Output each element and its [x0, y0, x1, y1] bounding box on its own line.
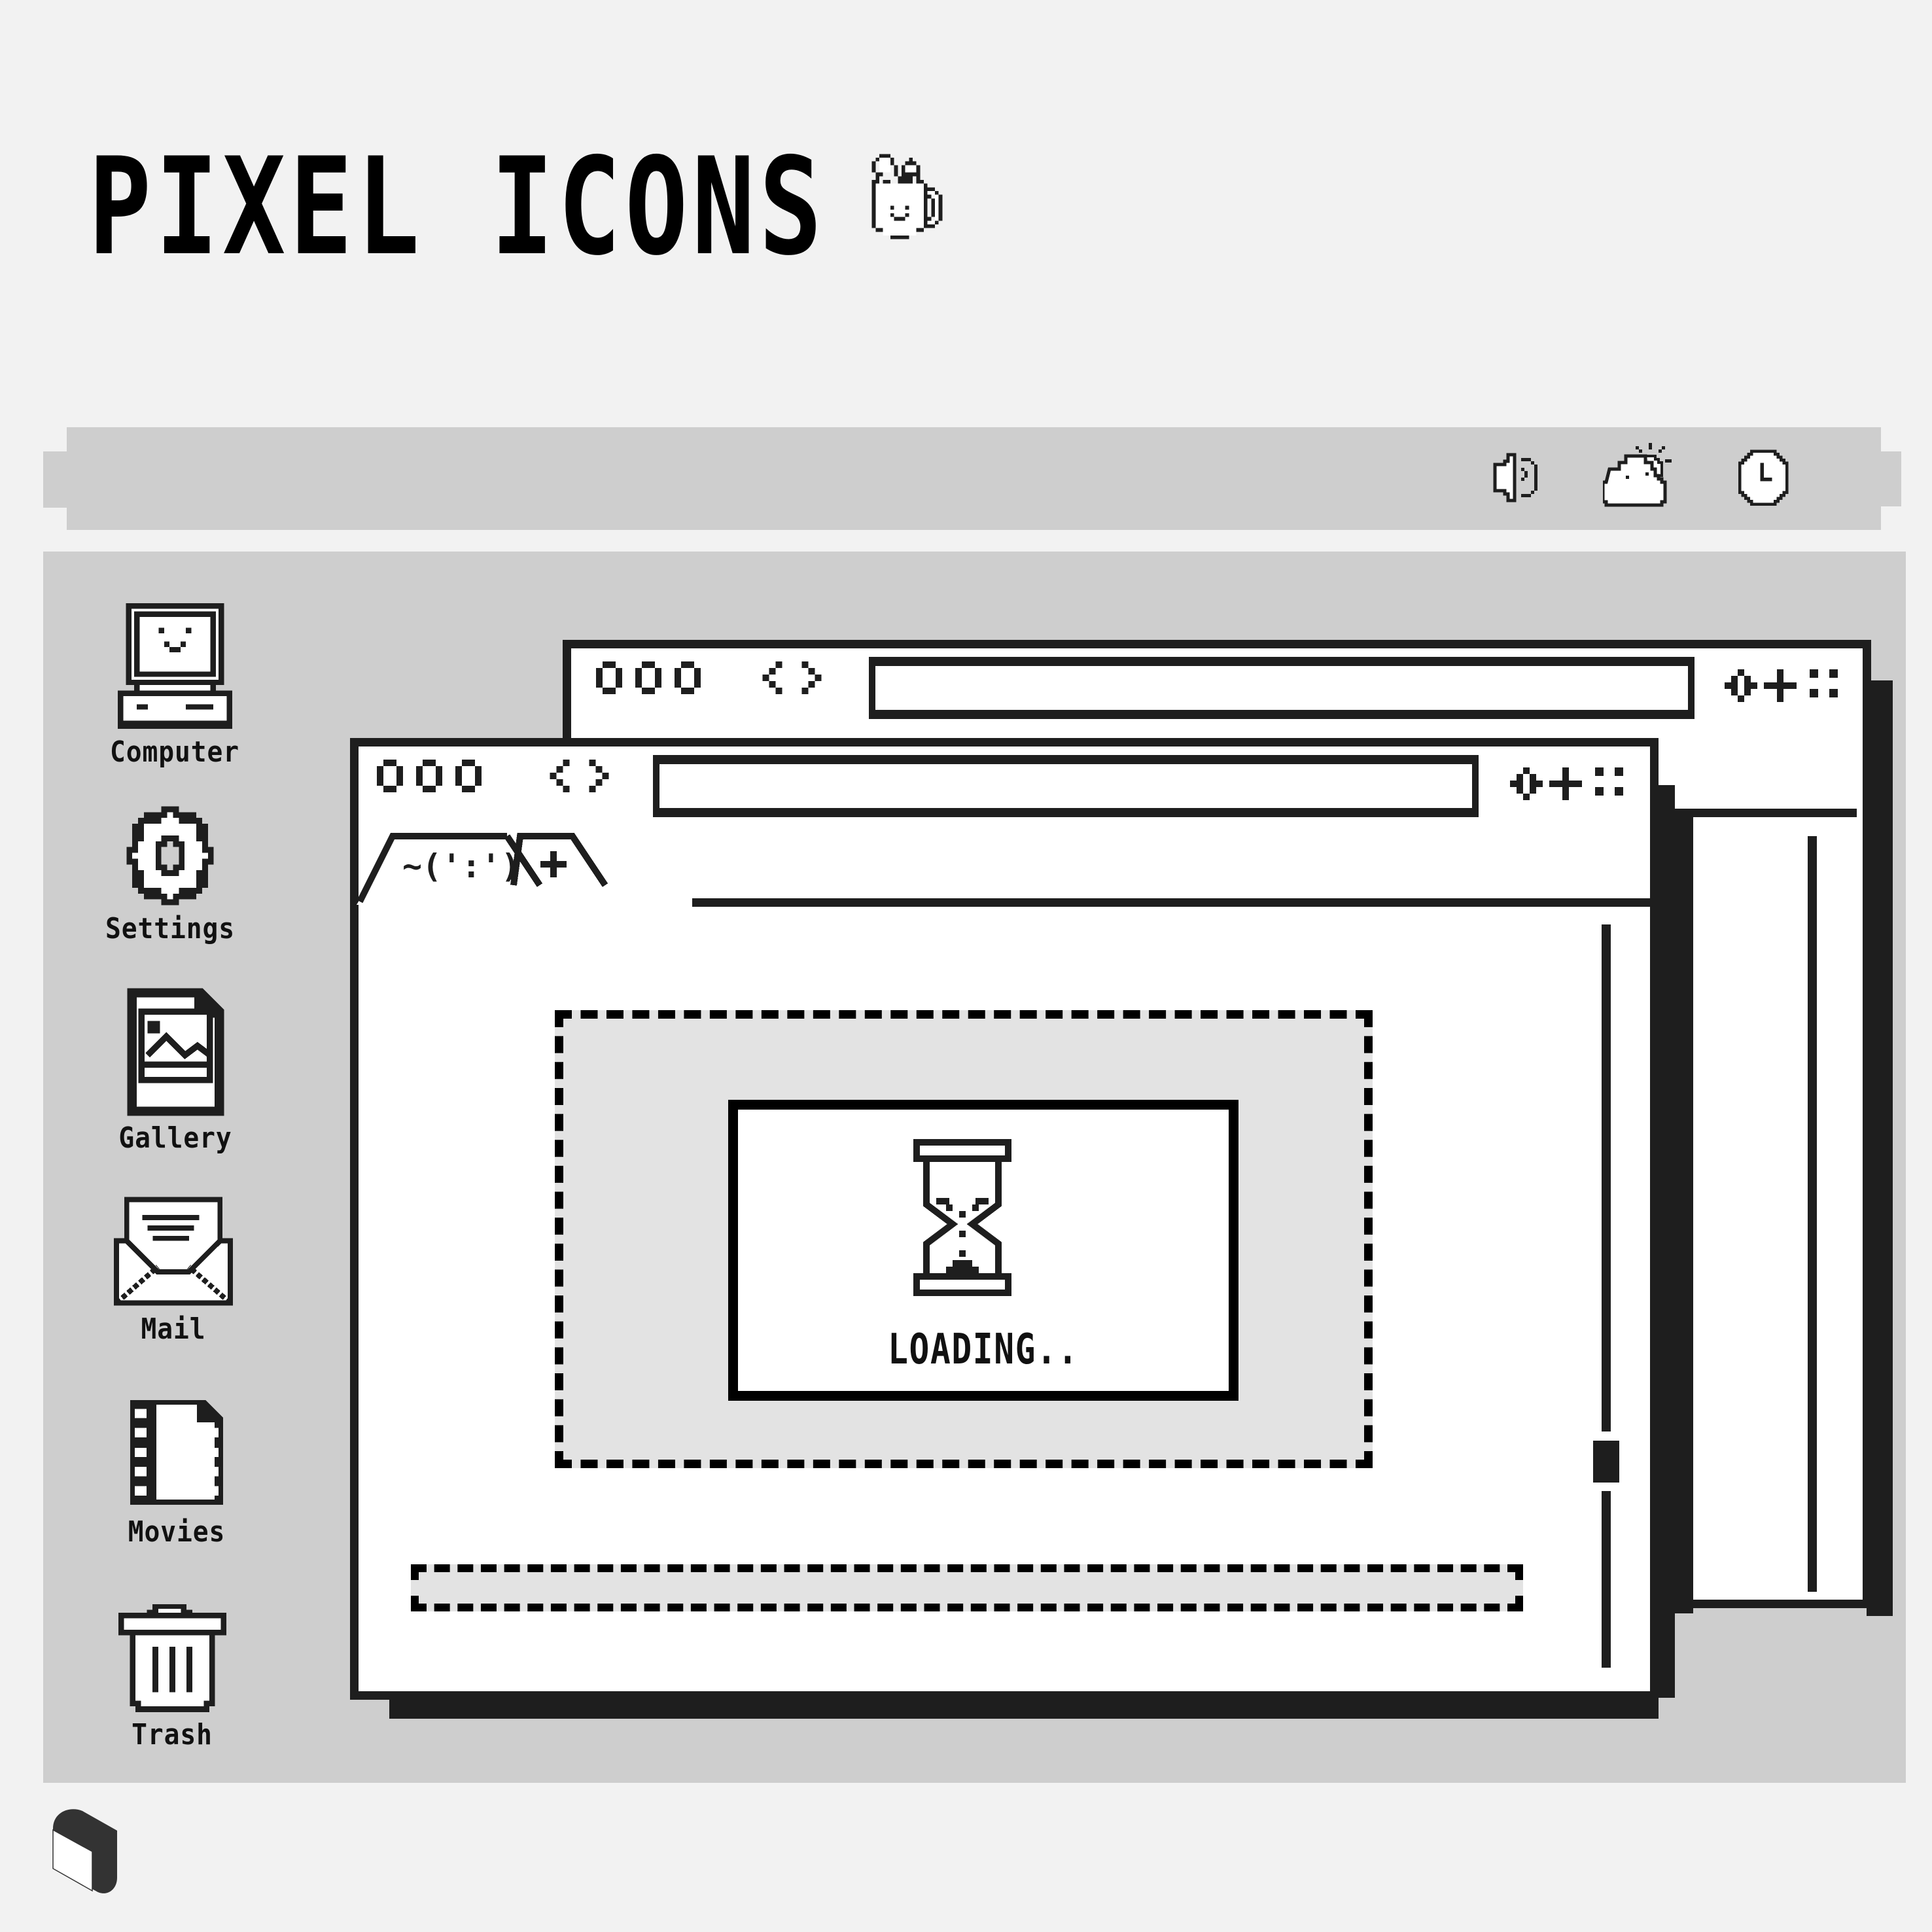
desktop-item-label: Computer — [110, 735, 239, 769]
desktop-item-computer[interactable]: Computer — [96, 601, 253, 769]
scrollbar-track[interactable] — [1602, 1491, 1611, 1668]
trash-icon — [118, 1604, 226, 1712]
maximize-button — [675, 661, 701, 694]
window-controls[interactable] — [1725, 669, 1842, 702]
content-placeholder: LOADING.. — [555, 1010, 1373, 1468]
desktop-item-trash[interactable]: Trash — [94, 1596, 251, 1751]
desktop-item-label: Mail — [141, 1312, 206, 1346]
nav-arrows[interactable] — [761, 661, 843, 707]
desktop-item-label: Movies — [128, 1515, 226, 1549]
plus-icon — [540, 851, 567, 877]
address-bar[interactable] — [653, 755, 1479, 817]
gear-icon — [126, 806, 214, 905]
address-bar[interactable] — [869, 657, 1695, 719]
desktop-item-label: Gallery — [118, 1121, 232, 1155]
nav-arrows[interactable] — [548, 760, 630, 805]
back-arrow-icon — [762, 661, 782, 694]
page-title: PIXEL ICONS — [88, 130, 826, 285]
computer-icon — [117, 603, 232, 729]
image-file-icon — [127, 988, 224, 1116]
envelope-icon — [113, 1197, 234, 1306]
loading-text: LOADING.. — [888, 1326, 1079, 1374]
window-buttons[interactable] — [377, 760, 501, 799]
desktop-item-gallery[interactable]: Gallery — [97, 987, 254, 1155]
hourglass-icon — [913, 1139, 1011, 1296]
close-button — [596, 661, 622, 694]
close-button — [377, 760, 403, 792]
film-file-icon — [130, 1400, 224, 1505]
window-divider — [1667, 809, 1857, 817]
back-arrow-icon — [550, 760, 570, 792]
scrollbar-track[interactable] — [1602, 924, 1611, 1431]
brand-logo-icon — [52, 1809, 117, 1893]
coffee-mug-icon — [871, 154, 943, 239]
loading-dialog: LOADING.. — [728, 1100, 1238, 1401]
desktop-item-settings[interactable]: Settings — [92, 803, 249, 945]
forward-arrow-icon — [589, 760, 609, 792]
menu-bar-cap-right — [1878, 451, 1901, 506]
scrollbar[interactable] — [1808, 836, 1817, 1592]
front-browser-window[interactable]: ~(':') LOADING.. — [350, 738, 1659, 1700]
menu-bar-cap-left — [43, 451, 69, 508]
tab-bar-divider — [692, 898, 1657, 907]
tab-strip: ~(':') — [357, 833, 690, 905]
desktop-item-movies[interactable]: Movies — [98, 1394, 255, 1549]
clock-icon[interactable] — [1734, 445, 1793, 510]
desktop-item-mail[interactable]: Mail — [95, 1194, 252, 1346]
minimize-button — [635, 661, 661, 694]
text-input-field[interactable] — [411, 1564, 1523, 1611]
window-titlebar — [359, 746, 1650, 817]
maximize-button — [455, 760, 482, 792]
minimize-button — [416, 760, 442, 792]
window-buttons[interactable] — [596, 661, 720, 701]
tab-label: ~(':') — [402, 847, 521, 885]
forward-arrow-icon — [801, 661, 822, 694]
window-titlebar — [571, 648, 1863, 719]
desktop-item-label: Trash — [132, 1718, 213, 1751]
window-controls[interactable] — [1510, 767, 1628, 800]
partly-cloudy-icon[interactable] — [1603, 440, 1681, 512]
scrollbar-thumb[interactable] — [1593, 1441, 1619, 1483]
desktop-item-label: Settings — [105, 912, 235, 945]
volume-icon[interactable] — [1492, 445, 1557, 510]
